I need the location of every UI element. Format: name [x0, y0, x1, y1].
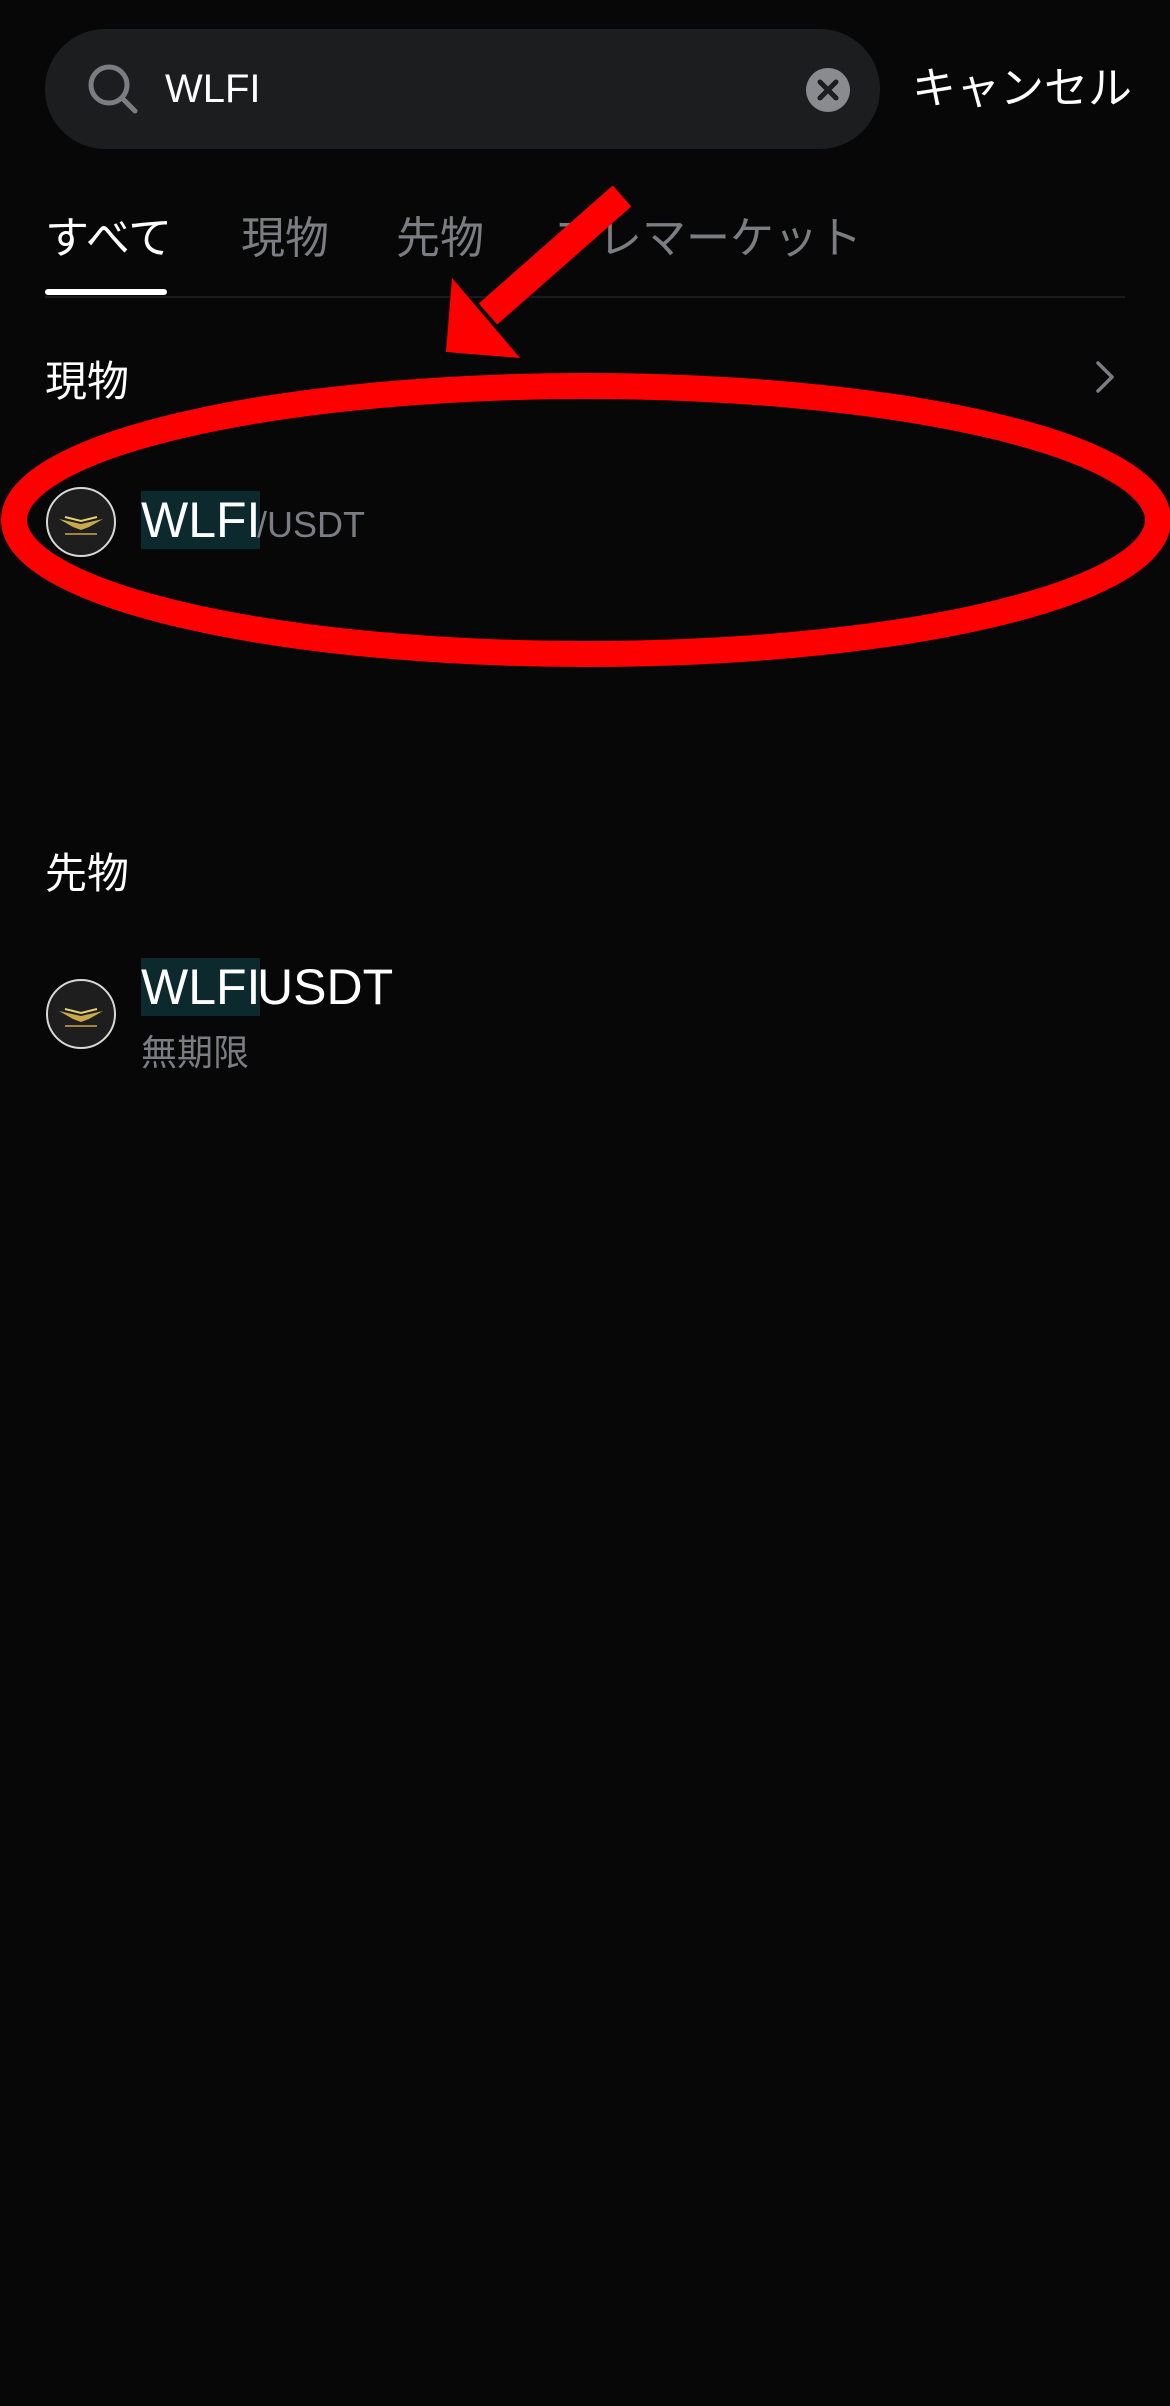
pair-quote-symbol: USDT [257, 959, 394, 1015]
section-title-spot: 現物 [45, 357, 130, 406]
pair-quote-symbol: /USDT [257, 504, 365, 545]
tab-divider [45, 296, 1125, 298]
contract-type-label: 無期限 [141, 1033, 250, 1074]
annotation-overlay [1, 185, 1170, 667]
tab-all[interactable]: すべて [45, 202, 172, 266]
wlfi-coin-icon [46, 487, 116, 557]
clear-icon[interactable] [805, 67, 851, 113]
search-input[interactable] [165, 29, 725, 149]
search-bar[interactable] [45, 29, 880, 149]
pair-base-symbol: WLFI [141, 491, 261, 549]
cancel-button[interactable]: キャンセル [912, 29, 1132, 149]
futures-list-item[interactable]: WLFI USDT 無期限 [0, 958, 1170, 1078]
tab-bar: すべて 現物 先物 プレマーケット [0, 190, 1170, 298]
tab-premarket[interactable]: プレマーケット [554, 202, 862, 266]
wlfi-coin-icon [46, 979, 116, 1049]
tab-futures[interactable]: 先物 [396, 202, 484, 266]
tab-spot[interactable]: 現物 [241, 202, 329, 266]
section-title-futures: 先物 [45, 849, 130, 898]
pair-base-symbol: WLFI [141, 958, 261, 1016]
active-tab-indicator [45, 289, 167, 295]
search-icon [88, 64, 138, 114]
spot-list-item[interactable]: WLFI /USDT [0, 470, 1170, 574]
chevron-right-icon[interactable] [1090, 357, 1120, 397]
